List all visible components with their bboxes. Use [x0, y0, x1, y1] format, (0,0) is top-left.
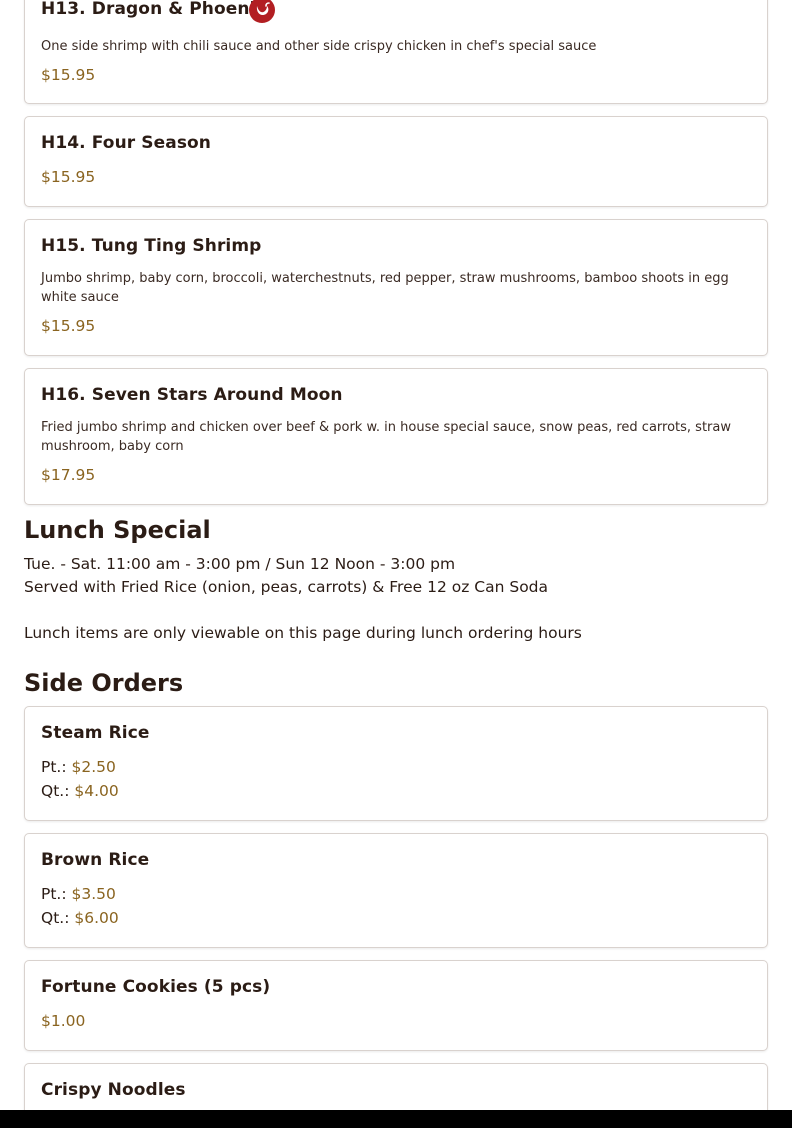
size-price: $6.00 — [74, 909, 119, 927]
menu-item-card[interactable]: H15. Tung Ting Shrimp Jumbo shrimp, baby… — [24, 219, 768, 356]
size-price-line: Pt.: $2.50 — [41, 758, 116, 776]
size-price-line: Pt.: $3.50 — [41, 885, 116, 903]
menu-item-name: H15. Tung Ting Shrimp — [41, 236, 262, 256]
section-title-lunch-special: Lunch Special — [24, 516, 211, 544]
menu-item-price: $15.95 — [41, 66, 96, 84]
bottom-bar — [0, 1110, 792, 1128]
lunch-hours: Tue. - Sat. 11:00 am - 3:00 pm / Sun 12 … — [24, 555, 456, 573]
size-label: Pt.: — [41, 885, 67, 903]
lunch-notice: Lunch items are only viewable on this pa… — [24, 624, 582, 642]
menu-item-card[interactable]: H14. Four Season $15.95 — [24, 116, 768, 207]
menu-item-card[interactable]: Steam Rice Pt.: $2.50 Qt.: $4.00 — [24, 706, 768, 821]
menu-item-price: $15.95 — [41, 317, 96, 335]
menu-item-name: Steam Rice — [41, 723, 150, 743]
size-label: Qt.: — [41, 782, 70, 800]
chili-pepper-icon — [249, 0, 275, 23]
menu-item-name: Fortune Cookies (5 pcs) — [41, 977, 271, 997]
menu-item-price: $17.95 — [41, 466, 96, 484]
size-price: $4.00 — [74, 782, 119, 800]
menu-item-description: One side shrimp with chili sauce and oth… — [41, 39, 597, 54]
size-price: $3.50 — [71, 885, 116, 903]
menu-item-name: Brown Rice — [41, 850, 150, 870]
menu-item-description: Fried jumbo shrimp and chicken over beef… — [41, 420, 731, 454]
menu-item-card[interactable]: Brown Rice Pt.: $3.50 Qt.: $6.00 — [24, 833, 768, 948]
section-title-side-orders: Side Orders — [24, 669, 184, 697]
menu-item-name: H14. Four Season — [41, 133, 212, 153]
menu-item-price: $15.95 — [41, 168, 96, 186]
menu-item-card[interactable]: H13. Dragon & Phoenix One side shrimp wi… — [24, 0, 768, 104]
menu-item-card[interactable]: H16. Seven Stars Around Moon Fried jumbo… — [24, 368, 768, 505]
size-label: Qt.: — [41, 909, 70, 927]
menu-item-name: H16. Seven Stars Around Moon — [41, 385, 343, 405]
size-price: $2.50 — [71, 758, 116, 776]
menu-item-name: H13. Dragon & Phoenix — [41, 0, 267, 19]
menu-item-card[interactable]: Fortune Cookies (5 pcs) $1.00 — [24, 960, 768, 1051]
size-price-line: Qt.: $4.00 — [41, 782, 119, 800]
menu-item-description: Jumbo shrimp, baby corn, broccoli, water… — [41, 271, 729, 305]
menu-item-price: $1.00 — [41, 1012, 86, 1030]
size-label: Pt.: — [41, 758, 67, 776]
menu-item-name: Crispy Noodles — [41, 1080, 186, 1100]
size-price-line: Qt.: $6.00 — [41, 909, 119, 927]
lunch-served-with: Served with Fried Rice (onion, peas, car… — [24, 578, 549, 596]
